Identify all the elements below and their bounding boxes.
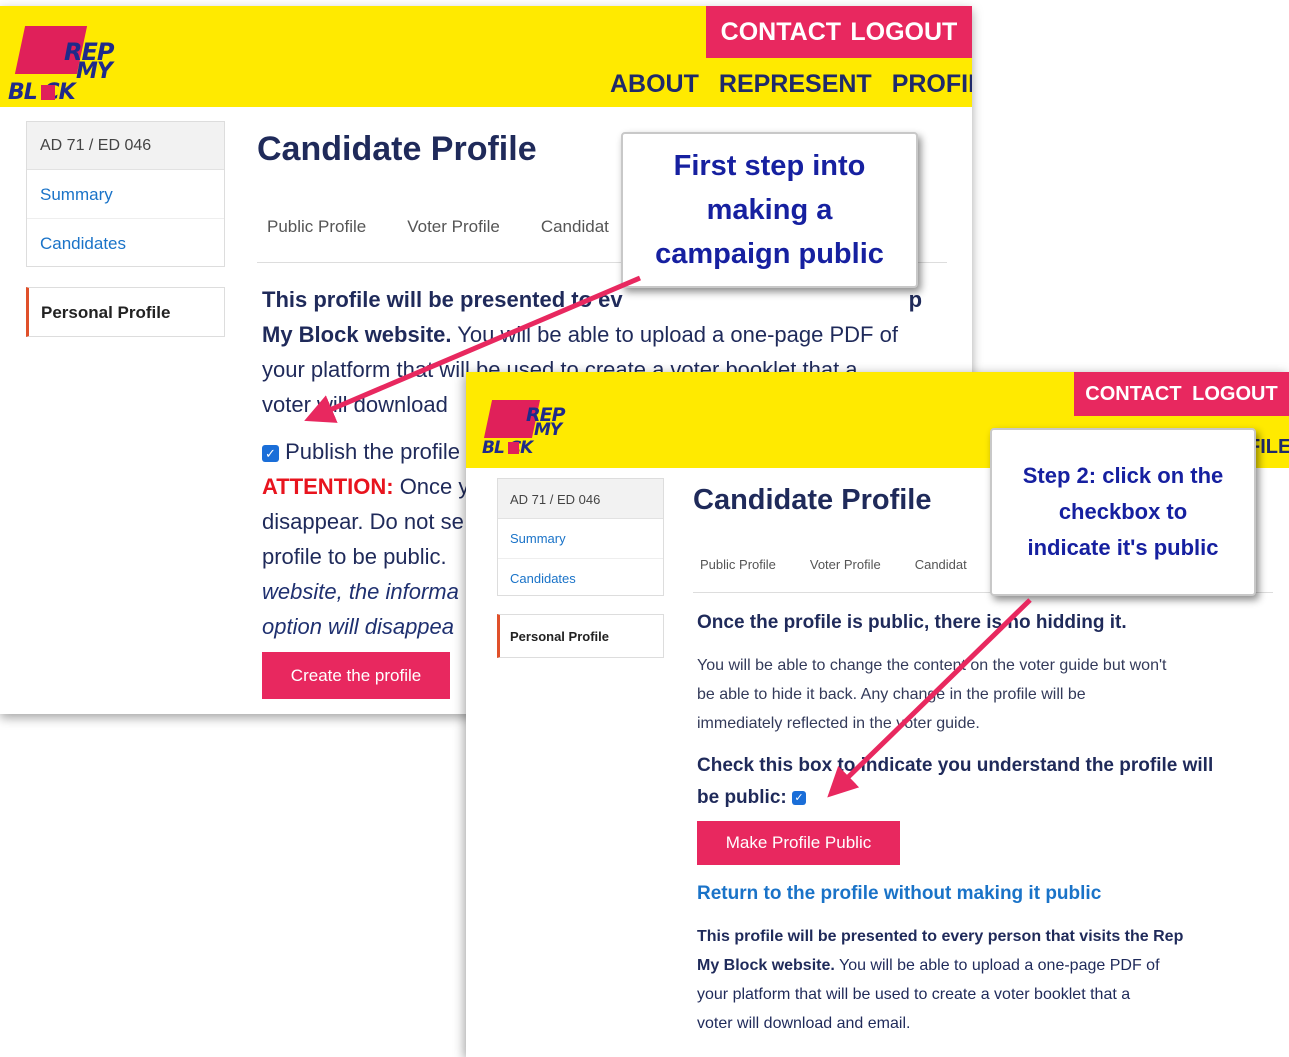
sidebar-item-candidates-2[interactable]: Candidates (498, 559, 663, 597)
callout2-line-1: Step 2: click on the (1022, 463, 1224, 488)
footer-text-2: You will be able to upload a one-page PD… (834, 957, 1160, 974)
nav-logout-link[interactable]: LOGOUT (850, 18, 957, 47)
body-line-2: be able to hide it back. Any change in t… (697, 686, 1086, 703)
rep-my-block-logo-2[interactable]: REP MY BL CK (480, 392, 580, 462)
create-profile-button[interactable]: Create the profile (262, 652, 450, 699)
rep-my-block-logo[interactable]: REP MY BL CK (6, 16, 126, 104)
step1-publish-section: ✓ Publish the profile ATTENTION: Once y … (262, 434, 472, 644)
callout1-line-3: campaign public (655, 238, 884, 270)
warning-line-2: profile to be public. (262, 544, 447, 569)
tab-public-profile-2[interactable]: Public Profile (700, 557, 776, 572)
logo-text-my-2: MY (534, 420, 562, 440)
page-title: Candidate Profile (257, 130, 537, 168)
warning-line-4: option will disappea (262, 614, 455, 639)
sidebar-item-summary-2[interactable]: Summary (498, 519, 663, 559)
profile-tabs-2: Public Profile Voter Profile Candidat (700, 557, 967, 572)
footer-line-3: your platform that will be used to creat… (697, 986, 1131, 1003)
intro-bold-site: My Block website. (262, 322, 452, 347)
logo-block-square-2 (508, 442, 519, 454)
confirm-line-1: Check this box to indicate you understan… (697, 755, 1214, 776)
sidebar-item-personal-profile-2[interactable]: Personal Profile (497, 614, 664, 658)
tab-voter-profile[interactable]: Voter Profile (407, 217, 500, 237)
callout1-line-1: First step into (673, 150, 866, 182)
sidebar-item-candidates[interactable]: Candidates (27, 219, 224, 266)
nav-logout-link-2[interactable]: LOGOUT (1192, 383, 1278, 406)
nav-profile-link[interactable]: PROFILE (892, 70, 972, 99)
nav-contact-link[interactable]: CONTACT (721, 18, 841, 47)
return-without-publishing-link[interactable]: Return to the profile without making it … (697, 883, 1101, 905)
body-line-3: immediately reflected in the voter guide… (697, 715, 980, 732)
warning-line-1: disappear. Do not se (262, 509, 464, 534)
make-profile-public-button[interactable]: Make Profile Public (697, 821, 900, 865)
confirm-line-2: be public: (697, 787, 787, 808)
district-label-2: AD 71 / ED 046 (498, 479, 663, 519)
callout1-line-2: making a (706, 194, 833, 226)
public-warning-heading: Once the profile is public, there is no … (697, 612, 1127, 633)
public-warning-body: You will be able to change the content o… (697, 651, 1282, 738)
footer-bold-2: My Block website. (697, 957, 835, 974)
publish-label: Publish the profile (285, 439, 461, 464)
top-nav: CONTACT LOGOUT (706, 6, 972, 58)
step2-footer-text: This profile will be presented to every … (697, 922, 1282, 1038)
intro-bold-end: p (908, 287, 923, 312)
callout2-line-2: checkbox to (1058, 499, 1188, 524)
callout2-line-3: indicate it's public (1027, 535, 1219, 560)
confirm-public-checkbox[interactable]: ✓ (792, 790, 807, 805)
main-nav: ABOUT REPRESENT PROFILE (610, 70, 972, 99)
sidebar-menu-2: AD 71 / ED 046 Summary Candidates (497, 478, 664, 596)
screenshot-step-2: REP MY BL CK CONTACT LOGOUT FILE AD 71 /… (466, 372, 1289, 1057)
tab-candidate[interactable]: Candidat (541, 217, 609, 237)
sidebar-menu: AD 71 / ED 046 Summary Candidates (26, 121, 225, 267)
nav-contact-link-2[interactable]: CONTACT (1085, 383, 1181, 406)
footer-line-4: voter will download and email. (697, 1015, 911, 1032)
publish-checkbox[interactable]: ✓ (262, 444, 279, 462)
confirm-checkbox-section: Check this box to indicate you understan… (697, 750, 1282, 814)
nav-represent-link[interactable]: REPRESENT (719, 70, 872, 99)
logo-text-my: MY (76, 59, 113, 84)
callout-step-1: First step into making a campaign public (621, 132, 918, 288)
logo-block-square (41, 85, 55, 100)
nav-about-link[interactable]: ABOUT (610, 70, 699, 99)
callout-step-2: Step 2: click on the checkbox to indicat… (990, 428, 1256, 596)
tab-public-profile[interactable]: Public Profile (267, 217, 366, 237)
sidebar-item-personal-profile[interactable]: Personal Profile (26, 287, 225, 337)
attention-text: Once y (393, 474, 470, 499)
tab-voter-profile-2[interactable]: Voter Profile (810, 557, 881, 572)
district-label: AD 71 / ED 046 (27, 122, 224, 170)
footer-bold-1: This profile will be presented to every … (697, 928, 1184, 945)
top-nav-2: CONTACT LOGOUT (1074, 372, 1289, 416)
intro-bold-text: This profile will be presented to ev (262, 287, 623, 312)
intro-text-a: You will be able to upload a one-page PD… (451, 322, 898, 347)
profile-tabs: Public Profile Voter Profile Candidat (267, 217, 609, 237)
warning-line-3: website, the informa (262, 579, 459, 604)
body-line-1: You will be able to change the content o… (697, 657, 1167, 674)
tab-candidate-2[interactable]: Candidat (915, 557, 967, 572)
sidebar-item-summary[interactable]: Summary (27, 170, 224, 219)
attention-label: ATTENTION: (262, 474, 394, 499)
page-title-2: Candidate Profile (693, 484, 932, 516)
